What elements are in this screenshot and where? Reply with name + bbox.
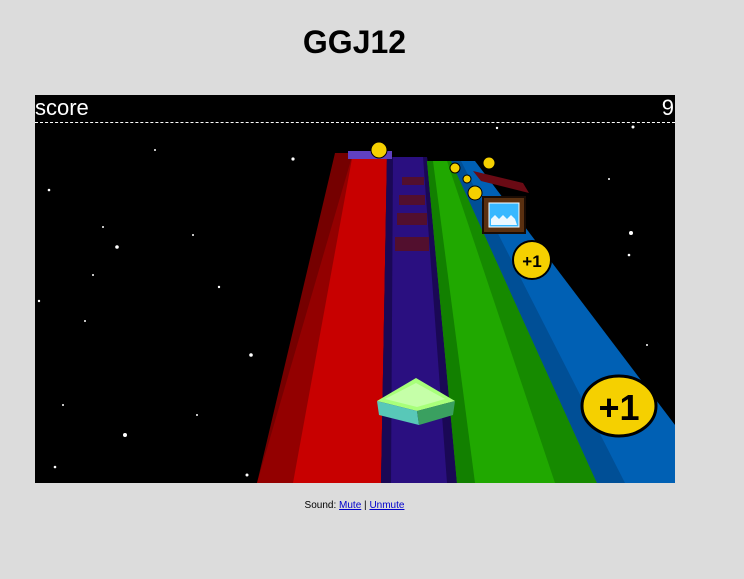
score-hud: score 9 <box>35 95 675 123</box>
score-label: score <box>35 95 89 120</box>
coin-near: +1 <box>580 374 658 438</box>
coin-near-label: +1 <box>598 387 639 428</box>
sound-controls: Sound: Mute | Unmute <box>0 500 709 512</box>
sound-separator: | <box>364 500 367 511</box>
mute-link[interactable]: Mute <box>339 500 361 511</box>
coin-mid: +1 <box>512 240 552 280</box>
game-viewport[interactable]: +1 +1 score 9 <box>35 95 675 483</box>
unmute-link[interactable]: Unmute <box>369 500 404 511</box>
page-title: GGJ12 <box>302 24 407 60</box>
coin-mid-label: +1 <box>522 252 541 271</box>
enemy-box <box>482 196 526 234</box>
game-scene: +1 +1 <box>35 95 675 483</box>
sound-label: Sound: <box>304 500 337 511</box>
score-value: 9 <box>661 95 674 120</box>
